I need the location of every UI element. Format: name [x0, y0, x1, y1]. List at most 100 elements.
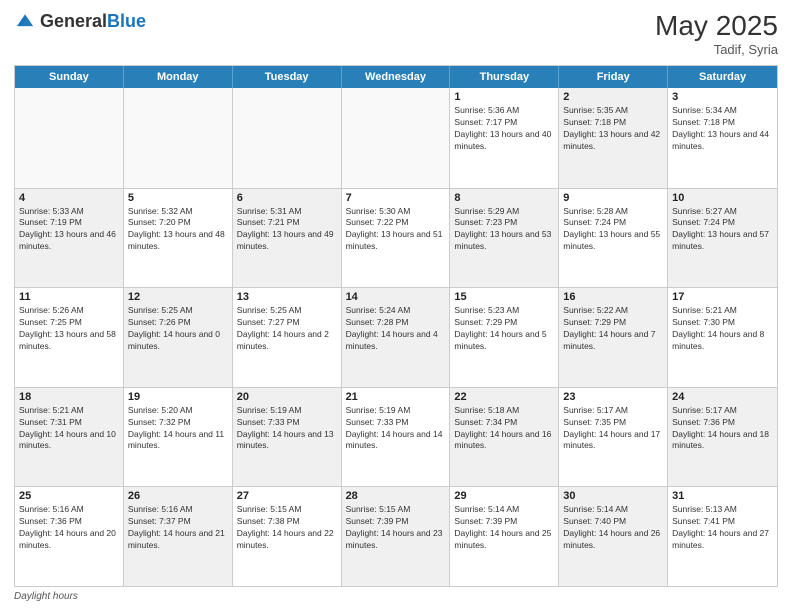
day-number: 18	[19, 391, 119, 403]
day-info: Sunrise: 5:13 AMSunset: 7:41 PMDaylight:…	[672, 504, 773, 552]
day-info: Sunrise: 5:34 AMSunset: 7:18 PMDaylight:…	[672, 105, 773, 153]
calendar-cell: 8Sunrise: 5:29 AMSunset: 7:23 PMDaylight…	[450, 189, 559, 288]
calendar-cell: 4Sunrise: 5:33 AMSunset: 7:19 PMDaylight…	[15, 189, 124, 288]
day-info: Sunrise: 5:15 AMSunset: 7:39 PMDaylight:…	[346, 504, 446, 552]
day-info: Sunrise: 5:36 AMSunset: 7:17 PMDaylight:…	[454, 105, 554, 153]
calendar-cell: 21 Sunrise: 5:19 AMSunset: 7:33 PMDayligh…	[342, 388, 451, 487]
logo-blue: Blue	[107, 11, 146, 31]
day-number: 31	[672, 490, 773, 502]
day-info: Sunrise: 5:17 AMSunset: 7:36 PMDaylight:…	[672, 405, 773, 453]
header-monday: Monday	[124, 66, 233, 88]
calendar-row: 25 Sunrise: 5:16 AMSunset: 7:36 PMDayligh…	[15, 486, 777, 586]
day-info: Sunrise: 5:21 AMSunset: 7:31 PMDaylight:…	[19, 405, 119, 453]
day-number: 9	[563, 192, 663, 204]
day-info: Sunrise: 5:35 AMSunset: 7:18 PMDaylight:…	[563, 105, 663, 153]
day-info: Sunrise: 5:32 AMSunset: 7:20 PMDaylight:…	[128, 206, 228, 254]
day-number: 14	[346, 291, 446, 303]
day-number: 16	[563, 291, 663, 303]
day-info: Sunrise: 5:30 AMSunset: 7:22 PMDaylight:…	[346, 206, 446, 254]
title-block: May 2025 Tadif, Syria	[655, 10, 778, 57]
header-tuesday: Tuesday	[233, 66, 342, 88]
day-number: 13	[237, 291, 337, 303]
calendar-cell: 25 Sunrise: 5:16 AMSunset: 7:36 PMDayligh…	[15, 487, 124, 586]
day-number: 3	[672, 91, 773, 103]
calendar-cell: 28 Sunrise: 5:15 AMSunset: 7:39 PMDayligh…	[342, 487, 451, 586]
day-info: Sunrise: 5:25 AMSunset: 7:26 PMDaylight:…	[128, 305, 228, 353]
day-info: Sunrise: 5:19 AMSunset: 7:33 PMDaylight:…	[237, 405, 337, 453]
calendar-cell: 2 Sunrise: 5:35 AMSunset: 7:18 PMDaylight…	[559, 88, 668, 188]
calendar-row: 11Sunrise: 5:26 AMSunset: 7:25 PMDayligh…	[15, 287, 777, 387]
header: GeneralBlue May 2025 Tadif, Syria	[14, 10, 778, 57]
calendar-cell: 18 Sunrise: 5:21 AMSunset: 7:31 PMDayligh…	[15, 388, 124, 487]
calendar-cell: 5 Sunrise: 5:32 AMSunset: 7:20 PMDaylight…	[124, 189, 233, 288]
day-number: 11	[19, 291, 119, 303]
day-info: Sunrise: 5:18 AMSunset: 7:34 PMDaylight:…	[454, 405, 554, 453]
calendar-header: Sunday Monday Tuesday Wednesday Thursday…	[15, 66, 777, 88]
calendar-cell: 11Sunrise: 5:26 AMSunset: 7:25 PMDayligh…	[15, 288, 124, 387]
day-number: 25	[19, 490, 119, 502]
header-friday: Friday	[559, 66, 668, 88]
calendar-cell: 22 Sunrise: 5:18 AMSunset: 7:34 PMDayligh…	[450, 388, 559, 487]
calendar-cell: 29Sunrise: 5:14 AMSunset: 7:39 PMDayligh…	[450, 487, 559, 586]
calendar-cell: 15 Sunrise: 5:23 AMSunset: 7:29 PMDayligh…	[450, 288, 559, 387]
header-sunday: Sunday	[15, 66, 124, 88]
header-saturday: Saturday	[668, 66, 777, 88]
day-number: 8	[454, 192, 554, 204]
day-number: 10	[672, 192, 773, 204]
calendar-cell: 24 Sunrise: 5:17 AMSunset: 7:36 PMDayligh…	[668, 388, 777, 487]
location: Tadif, Syria	[655, 42, 778, 57]
day-number: 29	[454, 490, 554, 502]
calendar-row: 4Sunrise: 5:33 AMSunset: 7:19 PMDaylight…	[15, 188, 777, 288]
day-number: 15	[454, 291, 554, 303]
calendar-row: 18 Sunrise: 5:21 AMSunset: 7:31 PMDayligh…	[15, 387, 777, 487]
day-info: Sunrise: 5:22 AMSunset: 7:29 PMDaylight:…	[563, 305, 663, 353]
calendar-cell: 13 Sunrise: 5:25 AMSunset: 7:27 PMDayligh…	[233, 288, 342, 387]
day-number: 6	[237, 192, 337, 204]
day-info: Sunrise: 5:28 AMSunset: 7:24 PMDaylight:…	[563, 206, 663, 254]
day-info: Sunrise: 5:16 AMSunset: 7:36 PMDaylight:…	[19, 504, 119, 552]
day-number: 28	[346, 490, 446, 502]
calendar-cell: 17Sunrise: 5:21 AMSunset: 7:30 PMDayligh…	[668, 288, 777, 387]
day-info: Sunrise: 5:25 AMSunset: 7:27 PMDaylight:…	[237, 305, 337, 353]
day-number: 20	[237, 391, 337, 403]
day-number: 26	[128, 490, 228, 502]
calendar: Sunday Monday Tuesday Wednesday Thursday…	[14, 65, 778, 587]
calendar-cell	[124, 88, 233, 188]
day-number: 2	[563, 91, 663, 103]
header-wednesday: Wednesday	[342, 66, 451, 88]
day-info: Sunrise: 5:31 AMSunset: 7:21 PMDaylight:…	[237, 206, 337, 254]
footer: Daylight hours	[14, 591, 778, 602]
day-number: 19	[128, 391, 228, 403]
day-info: Sunrise: 5:17 AMSunset: 7:35 PMDaylight:…	[563, 405, 663, 453]
calendar-cell: 27Sunrise: 5:15 AMSunset: 7:38 PMDayligh…	[233, 487, 342, 586]
calendar-cell: 9 Sunrise: 5:28 AMSunset: 7:24 PMDaylight…	[559, 189, 668, 288]
calendar-cell: 3 Sunrise: 5:34 AMSunset: 7:18 PMDaylight…	[668, 88, 777, 188]
day-info: Sunrise: 5:20 AMSunset: 7:32 PMDaylight:…	[128, 405, 228, 453]
day-info: Sunrise: 5:16 AMSunset: 7:37 PMDaylight:…	[128, 504, 228, 552]
calendar-cell: 20 Sunrise: 5:19 AMSunset: 7:33 PMDayligh…	[233, 388, 342, 487]
day-info: Sunrise: 5:23 AMSunset: 7:29 PMDaylight:…	[454, 305, 554, 353]
day-number: 24	[672, 391, 773, 403]
day-info: Sunrise: 5:27 AMSunset: 7:24 PMDaylight:…	[672, 206, 773, 254]
logo-text: GeneralBlue	[40, 12, 146, 30]
logo-icon	[14, 10, 36, 32]
calendar-cell	[15, 88, 124, 188]
day-info: Sunrise: 5:19 AMSunset: 7:33 PMDaylight:…	[346, 405, 446, 453]
page: GeneralBlue May 2025 Tadif, Syria Sunday…	[0, 0, 792, 612]
calendar-cell: 1 Sunrise: 5:36 AMSunset: 7:17 PMDaylight…	[450, 88, 559, 188]
day-number: 5	[128, 192, 228, 204]
day-info: Sunrise: 5:33 AMSunset: 7:19 PMDaylight:…	[19, 206, 119, 254]
day-info: Sunrise: 5:14 AMSunset: 7:40 PMDaylight:…	[563, 504, 663, 552]
logo-general: General	[40, 11, 107, 31]
calendar-cell	[233, 88, 342, 188]
day-number: 27	[237, 490, 337, 502]
calendar-cell: 10 Sunrise: 5:27 AMSunset: 7:24 PMDayligh…	[668, 189, 777, 288]
day-number: 1	[454, 91, 554, 103]
day-number: 22	[454, 391, 554, 403]
day-number: 7	[346, 192, 446, 204]
calendar-cell: 26 Sunrise: 5:16 AMSunset: 7:37 PMDayligh…	[124, 487, 233, 586]
calendar-cell: 14Sunrise: 5:24 AMSunset: 7:28 PMDayligh…	[342, 288, 451, 387]
day-number: 21	[346, 391, 446, 403]
day-info: Sunrise: 5:21 AMSunset: 7:30 PMDaylight:…	[672, 305, 773, 353]
calendar-cell: 23Sunrise: 5:17 AMSunset: 7:35 PMDayligh…	[559, 388, 668, 487]
